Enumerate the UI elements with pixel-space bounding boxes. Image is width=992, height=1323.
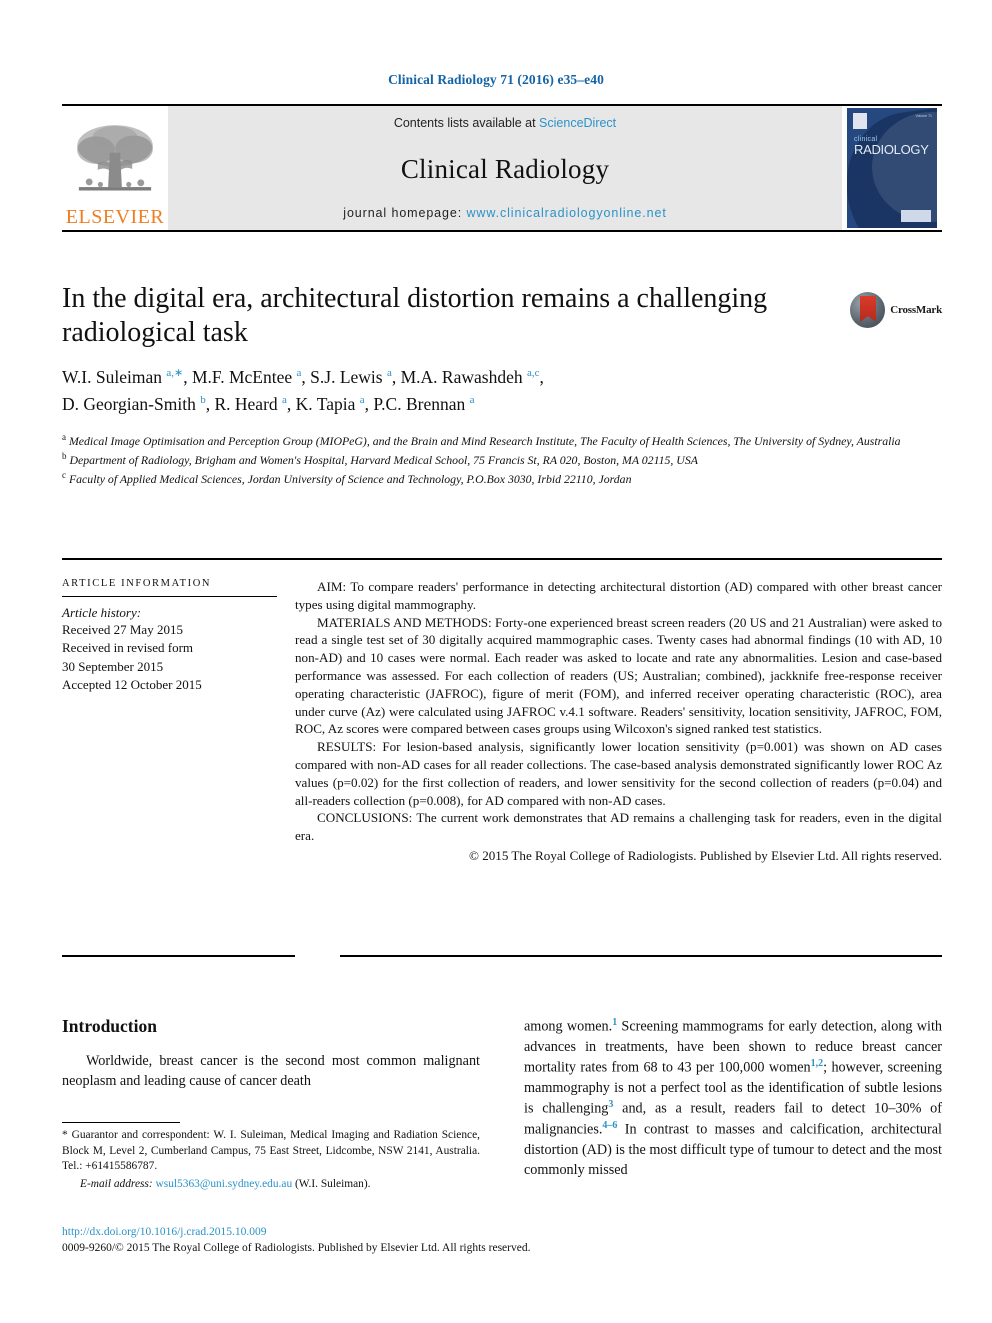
body-column-right: among women.1 Screening mammograms for e… [524, 1016, 942, 1180]
crossmark-badge[interactable]: CrossMark [850, 290, 942, 330]
rule-above-abstract [62, 558, 942, 560]
abstract-aim: AIM: To compare readers' performance in … [295, 578, 942, 614]
email-link[interactable]: wsul5363@uni.sydney.edu.au [156, 1178, 293, 1190]
rule-below-article-information [62, 955, 295, 957]
abstract-aim-label: AIM: [317, 579, 347, 594]
page-title: In the digital era, architectural distor… [62, 283, 768, 349]
rule-below-abstract [340, 955, 942, 957]
abstract-conclusions-label: CONCLUSIONS: [317, 810, 413, 826]
abstract-body: AIM: To compare readers' performance in … [295, 578, 942, 865]
imprint-block: http://dx.doi.org/10.1016/j.crad.2015.10… [62, 1224, 942, 1256]
cover-elsevier-mark [853, 113, 867, 129]
journal-cover-thumbnail: Volume 71 clinical RADIOLOGY [842, 106, 942, 230]
article-history-item: Accepted 12 October 2015 [62, 677, 202, 693]
cover-title-big: RADIOLOGY [854, 142, 929, 157]
footnote-guarantor: * Guarantor and correspondent: W. I. Sul… [62, 1129, 480, 1173]
correspondence-footnote: * Guarantor and correspondent: W. I. Sul… [62, 1122, 480, 1193]
citation-ref-2[interactable]: 1,2 [811, 1058, 824, 1069]
abstract-aim-text: To compare readers' performance in detec… [295, 579, 942, 612]
article-information-panel: ARTICLE INFORMATION Article history: Rec… [62, 578, 295, 865]
journal-masthead: ELSEVIER Contents lists available at Sci… [62, 104, 942, 232]
affiliation-list: a Medical Image Optimisation and Percept… [62, 431, 942, 488]
article-information-heading: ARTICLE INFORMATION [62, 578, 212, 589]
footnote-email: E-mail address: wsul5363@uni.sydney.edu.… [62, 1177, 480, 1193]
crossmark-label: CrossMark [890, 304, 942, 316]
introduction-paragraph-right: among women.1 Screening mammograms for e… [524, 1016, 942, 1180]
abstract-methods-text: Forty-one experienced breast screen read… [295, 614, 943, 737]
abstract-methods-label: MATERIALS AND METHODS: [317, 614, 492, 630]
section-heading-introduction: Introduction [62, 1016, 157, 1036]
sciencedirect-link[interactable]: ScienceDirect [539, 116, 616, 130]
homepage-prefix: journal homepage: [343, 206, 467, 220]
cover-publisher-mark [901, 210, 931, 222]
abstract-conclusions: CONCLUSIONS: The current work demonstrat… [295, 809, 942, 845]
article-history-item: Received 27 May 2015 [62, 622, 183, 637]
journal-title: Clinical Radiology [400, 153, 610, 184]
elsevier-wordmark: ELSEVIER [65, 206, 165, 228]
author-line-2: D. Georgian-Smith b, R. Heard a, K. Tapi… [62, 393, 475, 414]
contents-available-line: Contents lists available at ScienceDirec… [394, 116, 616, 130]
elsevier-logo: ELSEVIER [62, 106, 168, 230]
doi-link[interactable]: http://dx.doi.org/10.1016/j.crad.2015.10… [62, 1224, 942, 1240]
email-label: E-mail address: [80, 1177, 153, 1190]
email-suffix: (W.I. Suleiman). [295, 1177, 371, 1190]
article-history-item: Received in revised form [62, 640, 194, 656]
imprint-copyright: 0009-9260/© 2015 The Royal College of Ra… [62, 1242, 531, 1255]
author-list: W.I. Suleiman a,∗, M.F. McEntee a, S.J. … [62, 364, 882, 417]
author-line-1: W.I. Suleiman a,∗, M.F. McEntee a, S.J. … [62, 367, 544, 388]
affiliation-c: c Faculty of Applied Medical Sciences, J… [62, 469, 632, 486]
cover-image: Volume 71 clinical RADIOLOGY [847, 108, 937, 228]
contents-prefix: Contents lists available at [393, 116, 540, 130]
abstract-area: ARTICLE INFORMATION Article history: Rec… [62, 578, 942, 865]
abstract-results-label: RESULTS: [317, 739, 377, 755]
abstract-results: RESULTS: For lesion-based analysis, sign… [295, 738, 942, 809]
abstract-methods: MATERIALS AND METHODS: Forty-one experie… [295, 614, 942, 739]
abstract-results-text: For lesion-based analysis, significantly… [295, 739, 942, 808]
journal-homepage-line: journal homepage: www.clinicalradiologyo… [343, 206, 666, 220]
introduction-paragraph-left: Worldwide, breast cancer is the second m… [62, 1053, 480, 1090]
affiliation-b: b Department of Radiology, Brigham and W… [62, 450, 698, 467]
article-information-rule [62, 596, 277, 597]
article-history-label: Article history: [62, 605, 142, 620]
affiliation-a: a Medical Image Optimisation and Percept… [62, 431, 901, 448]
citation-ref-4[interactable]: 4–6 [602, 1120, 617, 1131]
journal-homepage-link[interactable]: www.clinicalradiologyonline.net [467, 206, 667, 220]
article-history-item: 30 September 2015 [62, 658, 164, 674]
title-block: In the digital era, architectural distor… [62, 282, 942, 488]
intro-text-1: among women. [524, 1018, 613, 1035]
running-head: Clinical Radiology 71 (2016) e35–e40 [388, 72, 604, 87]
footnote-rule [62, 1122, 180, 1123]
journal-article-page: Clinical Radiology 71 (2016) e35–e40 ELS… [0, 0, 992, 1323]
crossmark-icon [850, 292, 886, 328]
abstract-copyright: © 2015 The Royal College of Radiologists… [468, 847, 942, 863]
masthead-center: Contents lists available at ScienceDirec… [168, 106, 842, 230]
elsevier-tree-icon [77, 125, 153, 191]
cover-corner-text: Volume 71 [915, 114, 932, 118]
